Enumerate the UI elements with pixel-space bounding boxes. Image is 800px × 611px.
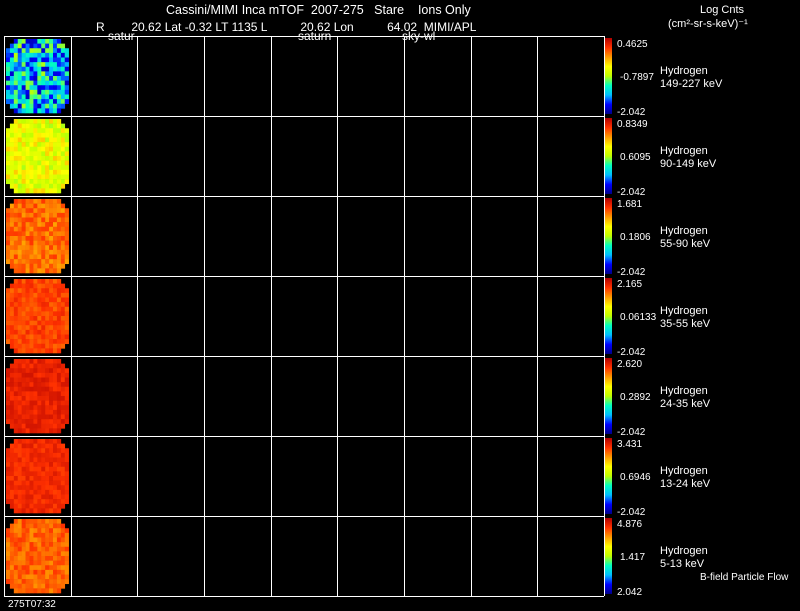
- colorbar-mid-4: 0.06133: [620, 312, 657, 323]
- colorbar-mid-1: -0.7897: [620, 72, 654, 83]
- frame-label-saturn: saturn: [298, 29, 332, 43]
- species-label-2: Hydrogen: [660, 145, 708, 157]
- panel-6: 3.431 0.6946 -2.042 Hydrogen13-24 keV: [6, 438, 711, 518]
- colorbar-max-5: 2.620: [617, 359, 642, 370]
- colorbar-min-1: -2.042: [617, 107, 646, 118]
- colorbar-mid-6: 0.6946: [620, 472, 651, 483]
- grid-lines: [4, 36, 605, 597]
- flow-label: B-field Particle Flow: [700, 572, 789, 583]
- panel-image-2: [6, 119, 69, 194]
- frame-label-sky: sky-wl: [402, 29, 436, 43]
- inca-chart: 0.4625-0.7897-2.042Hydrogen149-227 keV0.…: [4, 36, 723, 598]
- colorbar-3: [604, 198, 612, 274]
- units-label: Log Cnts: [700, 4, 745, 16]
- panel-image-6: [6, 439, 69, 514]
- panel-5: 2.620 0.2892 -2.042 Hydrogen24-35 keV: [6, 358, 711, 438]
- units-formula: (cm²-sr-s-keV)⁻¹: [668, 18, 748, 30]
- colorbar-max-6: 3.431: [617, 439, 642, 450]
- panel-image-4: [6, 279, 69, 354]
- colorbar-2: [604, 118, 612, 194]
- species-label-6: Hydrogen: [660, 465, 708, 477]
- colorbar-mid-7: 1.417: [620, 552, 645, 563]
- colorbar-4: [604, 278, 612, 354]
- colorbar-6: [604, 438, 612, 514]
- colorbar-mid-2: 0.6095: [620, 152, 651, 163]
- chart-title: Cassini/MIMI Inca mTOF 2007-275 Stare Io…: [166, 3, 471, 17]
- colorbar-min-4: -2.042: [617, 347, 646, 358]
- colorbar-max-2: 0.8349: [617, 119, 648, 130]
- panel-image-7: [6, 519, 69, 594]
- colorbar-mid-5: 0.2892: [620, 392, 651, 403]
- colorbar-min-6: -2.042: [617, 507, 646, 518]
- energy-label-7: 5-13 keV: [660, 558, 705, 570]
- colorbar-max-4: 2.165: [617, 279, 642, 290]
- colorbar-min-7: 2.042: [617, 587, 642, 598]
- frame-label-satur: satur: [108, 29, 135, 43]
- colorbar-1: [604, 38, 612, 114]
- colorbar-max-3: 1.681: [617, 199, 642, 210]
- energy-label-5: 24-35 keV: [660, 398, 711, 410]
- colorbar-7: [604, 518, 612, 594]
- colorbar-min-3: -2.042: [617, 267, 646, 278]
- species-label-3: Hydrogen: [660, 225, 708, 237]
- panel-4: 2.165 0.06133 -2.042 Hydrogen35-55 keV: [6, 278, 711, 358]
- panel-2: 0.8349 0.6095 -2.042 Hydrogen90-149 keV: [6, 118, 717, 198]
- panel-1: 0.4625 -0.7897 -2.042 Hydrogen149-227 keV: [6, 38, 723, 118]
- panel-image-3: [6, 199, 69, 274]
- species-label-5: Hydrogen: [660, 385, 708, 397]
- energy-label-3: 55-90 keV: [660, 238, 711, 250]
- colorbar-min-2: -2.042: [617, 187, 646, 198]
- species-label-4: Hydrogen: [660, 305, 708, 317]
- species-label-1: Hydrogen: [660, 65, 708, 77]
- colorbar-5: [604, 358, 612, 434]
- colorbar-max-7: 4.876: [617, 519, 642, 530]
- colorbar-max-1: 0.4625: [617, 39, 648, 50]
- colorbar-mid-3: 0.1806: [620, 232, 651, 243]
- energy-label-4: 35-55 keV: [660, 318, 711, 330]
- timestamp: 275T07:32: [8, 599, 56, 610]
- colorbar-min-5: -2.042: [617, 427, 646, 438]
- panel-7: 4.876 1.417 2.042 Hydrogen5-13 keV: [6, 518, 708, 598]
- panel-3: 1.681 0.1806 -2.042 Hydrogen55-90 keV: [6, 198, 711, 278]
- panel-image-1: [6, 39, 69, 114]
- species-label-7: Hydrogen: [660, 545, 708, 557]
- energy-label-1: 149-227 keV: [660, 78, 723, 90]
- energy-label-2: 90-149 keV: [660, 158, 717, 170]
- energy-label-6: 13-24 keV: [660, 478, 711, 490]
- panel-image-5: [6, 359, 69, 434]
